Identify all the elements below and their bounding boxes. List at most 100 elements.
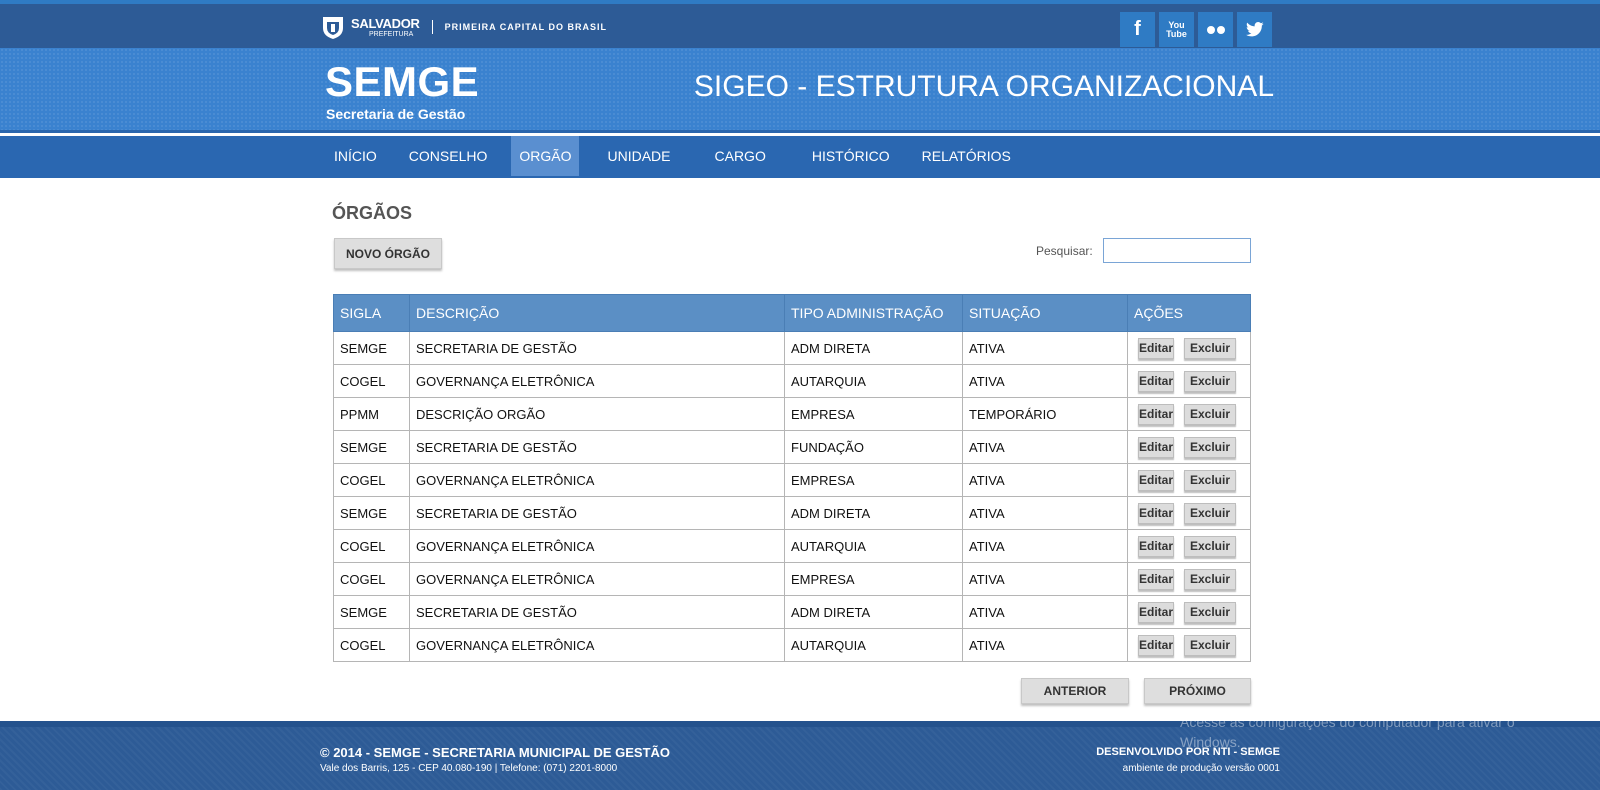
social-links: f You Tube — [1120, 12, 1272, 47]
delete-button[interactable]: Excluir — [1184, 469, 1236, 491]
edit-button[interactable]: Editar — [1138, 634, 1174, 656]
delete-button[interactable]: Excluir — [1184, 502, 1236, 524]
nav-item-relatorios[interactable]: RELATÓRIOS — [914, 136, 1019, 176]
cell-acoes: Editar Excluir — [1127, 430, 1251, 464]
youtube-link[interactable]: You Tube — [1159, 12, 1194, 47]
cell-descricao: SECRETARIA DE GESTÃO — [409, 331, 785, 365]
facebook-icon: f — [1134, 18, 1141, 40]
cell-tipo-administracao: FUNDAÇÃO — [784, 430, 963, 464]
table-row: COGEL GOVERNANÇA ELETRÔNICA AUTARQUIA AT… — [333, 628, 1251, 662]
cell-acoes: Editar Excluir — [1127, 628, 1251, 662]
edit-button[interactable]: Editar — [1138, 337, 1174, 359]
nav-item-cargo[interactable]: CARGO — [707, 136, 774, 176]
table-row: COGEL GOVERNANÇA ELETRÔNICA EMPRESA ATIV… — [333, 562, 1251, 596]
nav-item-unidade[interactable]: UNIDADE — [599, 136, 678, 176]
edit-button[interactable]: Editar — [1138, 436, 1174, 458]
cell-sigla: COGEL — [333, 463, 410, 497]
main-nav: INÍCIO CONSELHO ORGÃO UNIDADE CARGO HIST… — [0, 136, 1600, 178]
brand-tagline: PRIMEIRA CAPITAL DO BRASIL — [444, 22, 607, 32]
cell-situacao: ATIVA — [962, 628, 1128, 662]
flickr-link[interactable] — [1198, 12, 1233, 47]
cell-situacao: ATIVA — [962, 430, 1128, 464]
delete-button[interactable]: Excluir — [1184, 634, 1236, 656]
nav-item-orgao[interactable]: ORGÃO — [511, 136, 580, 176]
twitter-link[interactable] — [1237, 12, 1272, 47]
cell-descricao: GOVERNANÇA ELETRÔNICA — [409, 628, 785, 662]
footer-address: Vale dos Barris, 125 - CEP 40.080-190 | … — [320, 763, 618, 774]
column-header-sigla[interactable]: SIGLA — [333, 294, 410, 332]
cell-situacao: ATIVA — [962, 595, 1128, 629]
footer-copyright: © 2014 - SEMGE - SECRETARIA MUNICIPAL DE… — [320, 745, 671, 760]
cell-situacao: ATIVA — [962, 331, 1128, 365]
cell-situacao: ATIVA — [962, 463, 1128, 497]
cell-acoes: Editar Excluir — [1127, 331, 1251, 365]
delete-button[interactable]: Excluir — [1184, 601, 1236, 623]
edit-button[interactable]: Editar — [1138, 535, 1174, 557]
logo-subtitle: Secretaria de Gestão — [326, 106, 466, 122]
cell-tipo-administracao: AUTARQUIA — [784, 529, 963, 563]
previous-page-button[interactable]: ANTERIOR — [1021, 678, 1129, 704]
cell-sigla: COGEL — [333, 562, 410, 596]
nav-item-conselho[interactable]: CONSELHO — [401, 136, 496, 176]
cell-situacao: ATIVA — [962, 496, 1128, 530]
table-row: COGEL GOVERNANÇA ELETRÔNICA EMPRESA ATIV… — [333, 463, 1251, 497]
cell-sigla: SEMGE — [333, 595, 410, 629]
brand-divider — [431, 20, 433, 34]
edit-button[interactable]: Editar — [1138, 403, 1174, 425]
windows-activation-watermark: Acesse as configurações do computador pa… — [1180, 714, 1515, 750]
column-header-tipo-administracao[interactable]: TIPO ADMINISTRAÇÃO — [784, 294, 963, 332]
delete-button[interactable]: Excluir — [1184, 436, 1236, 458]
table-row: SEMGE SECRETARIA DE GESTÃO ADM DIRETA AT… — [333, 496, 1251, 530]
cell-descricao: DESCRIÇÃO ORGÃO — [409, 397, 785, 431]
cell-sigla: PPMM — [333, 397, 410, 431]
cell-acoes: Editar Excluir — [1127, 496, 1251, 530]
edit-button[interactable]: Editar — [1138, 601, 1174, 623]
cell-sigla: COGEL — [333, 628, 410, 662]
cell-tipo-administracao: EMPRESA — [784, 463, 963, 497]
table-row: SEMGE SECRETARIA DE GESTÃO ADM DIRETA AT… — [333, 595, 1251, 629]
cell-sigla: SEMGE — [333, 331, 410, 365]
delete-button[interactable]: Excluir — [1184, 535, 1236, 557]
table-header-row: SIGLA DESCRIÇÃO TIPO ADMINISTRAÇÃO SITUA… — [333, 294, 1251, 332]
cell-acoes: Editar Excluir — [1127, 397, 1251, 431]
facebook-link[interactable]: f — [1120, 12, 1155, 47]
top-bar: SALVADOR PREFEITURA PRIMEIRA CAPITAL DO … — [0, 0, 1600, 48]
search-input[interactable] — [1103, 238, 1251, 263]
system-title: SIGEO - ESTRUTURA ORGANIZACIONAL — [693, 70, 1274, 103]
delete-button[interactable]: Excluir — [1184, 403, 1236, 425]
table-row: COGEL GOVERNANÇA ELETRÔNICA AUTARQUIA AT… — [333, 529, 1251, 563]
column-header-descricao[interactable]: DESCRIÇÃO — [409, 294, 785, 332]
cell-acoes: Editar Excluir — [1127, 595, 1251, 629]
next-page-button[interactable]: PRÓXIMO — [1144, 678, 1251, 704]
delete-button[interactable]: Excluir — [1184, 370, 1236, 392]
column-header-acoes: AÇÕES — [1127, 294, 1251, 332]
cell-tipo-administracao: ADM DIRETA — [784, 496, 963, 530]
cell-descricao: GOVERNANÇA ELETRÔNICA — [409, 562, 785, 596]
brand-name: SALVADOR — [351, 15, 420, 31]
table-row: COGEL GOVERNANÇA ELETRÔNICA AUTARQUIA AT… — [333, 364, 1251, 398]
cell-sigla: SEMGE — [333, 496, 410, 530]
edit-button[interactable]: Editar — [1138, 370, 1174, 392]
edit-button[interactable]: Editar — [1138, 469, 1174, 491]
logo-title[interactable]: SEMGE — [325, 58, 479, 106]
edit-button[interactable]: Editar — [1138, 568, 1174, 590]
orgaos-table: SIGLA DESCRIÇÃO TIPO ADMINISTRAÇÃO SITUA… — [333, 294, 1251, 662]
table-row: SEMGE SECRETARIA DE GESTÃO FUNDAÇÃO ATIV… — [333, 430, 1251, 464]
site-header: SEMGE Secretaria de Gestão SIGEO - ESTRU… — [0, 48, 1600, 133]
page-title: ÓRGÃOS — [332, 203, 413, 223]
delete-button[interactable]: Excluir — [1184, 337, 1236, 359]
delete-button[interactable]: Excluir — [1184, 568, 1236, 590]
cell-descricao: SECRETARIA DE GESTÃO — [409, 430, 785, 464]
column-header-situacao[interactable]: SITUAÇÃO — [962, 294, 1128, 332]
nav-item-historico[interactable]: HISTÓRICO — [804, 136, 898, 176]
salvador-logo[interactable]: SALVADOR PREFEITURA PRIMEIRA CAPITAL DO … — [320, 12, 607, 42]
cell-descricao: GOVERNANÇA ELETRÔNICA — [409, 529, 785, 563]
cell-acoes: Editar Excluir — [1127, 463, 1251, 497]
cell-descricao: GOVERNANÇA ELETRÔNICA — [409, 463, 785, 497]
city-shield-icon — [323, 17, 343, 39]
nav-item-inicio[interactable]: INÍCIO — [326, 136, 385, 176]
edit-button[interactable]: Editar — [1138, 502, 1174, 524]
cell-sigla: SEMGE — [333, 430, 410, 464]
new-orgao-button[interactable]: NOVO ÓRGÃO — [334, 238, 442, 269]
cell-descricao: SECRETARIA DE GESTÃO — [409, 496, 785, 530]
